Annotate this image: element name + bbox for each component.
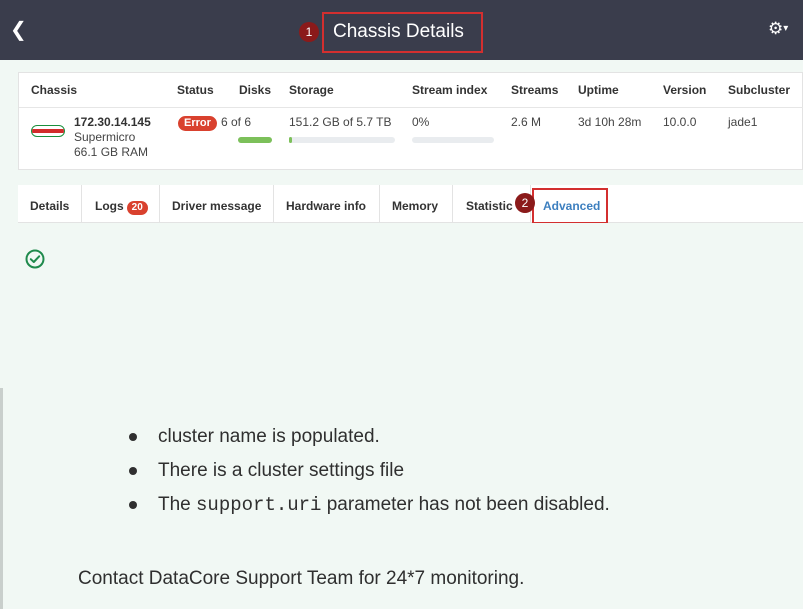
chevron-down-icon: ▾ xyxy=(783,23,789,34)
detail-tabs: Details Logs 20 Driver message Hardware i… xyxy=(18,185,803,223)
storage-value: 151.2 GB of 5.7 TB xyxy=(289,115,392,129)
left-rule-divider xyxy=(0,388,3,609)
bullet-text-1: cluster name is populated. xyxy=(158,426,380,447)
chassis-ip[interactable]: 172.30.14.145 xyxy=(74,115,151,130)
column-header-version: Version xyxy=(663,83,707,97)
requirements-list: cluster name is populated. There is a cl… xyxy=(125,420,785,522)
gear-icon[interactable]: ⚙▾ xyxy=(768,18,788,40)
version-value: 10.0.0 xyxy=(663,115,697,129)
callout-marker-2: 2 xyxy=(515,193,535,213)
storage-bar-fill xyxy=(289,137,293,143)
disks-bar-fill xyxy=(238,137,272,143)
list-item: The support.uri parameter has not been d… xyxy=(125,488,785,522)
stream-index-bar xyxy=(412,137,494,143)
logs-count-badge: 20 xyxy=(126,201,148,215)
bullet-text-3-suffix: parameter has not been disabled. xyxy=(321,494,610,515)
column-header-storage: Storage xyxy=(289,83,334,97)
top-bar: ❮ 1 Chassis Details ⚙▾ xyxy=(0,0,803,60)
column-header-uptime: Uptime xyxy=(578,83,619,97)
column-header-disks: Disks xyxy=(239,83,272,97)
advanced-tab-content xyxy=(0,223,803,388)
tab-driver-message-label: Driver message xyxy=(172,199,262,213)
tab-driver-message[interactable]: Driver message xyxy=(160,185,274,223)
chevron-left-icon[interactable]: ❮ xyxy=(10,18,32,40)
supermicro-logo xyxy=(31,125,65,137)
bullet-text-2: There is a cluster settings file xyxy=(158,460,405,481)
disks-bar xyxy=(238,137,272,143)
chassis-details-page: ❮ 1 Chassis Details ⚙▾ Chassis Status Di… xyxy=(0,0,803,609)
bullet-text-3-prefix: The xyxy=(158,494,197,515)
support-uri-code: support.uri xyxy=(196,494,322,516)
disks-value: 6 of 6 xyxy=(221,115,252,129)
header-divider xyxy=(19,107,803,108)
subcluster-value: jade1 xyxy=(728,115,758,129)
tab-logs-label: Logs xyxy=(95,199,124,213)
tab-details-label: Details xyxy=(30,199,70,213)
tab-details[interactable]: Details xyxy=(18,185,82,223)
chassis-vendor: Supermicro xyxy=(74,130,136,144)
tab-memory-label: Memory xyxy=(392,199,439,213)
list-item: cluster name is populated. xyxy=(125,420,785,454)
tab-logs[interactable]: Logs 20 xyxy=(82,185,160,223)
chassis-ram: 66.1 GB RAM xyxy=(74,145,149,159)
tab-memory[interactable]: Memory xyxy=(380,185,453,223)
storage-bar xyxy=(289,137,395,143)
chassis-table: Chassis Status Disks Storage Stream inde… xyxy=(18,72,803,170)
column-header-streams: Streams xyxy=(511,83,559,97)
check-circle-icon xyxy=(25,249,45,269)
tab-hardware-info-label: Hardware info xyxy=(286,199,367,213)
column-header-subcluster: Subcluster xyxy=(728,83,791,97)
column-header-stream-index: Stream index xyxy=(412,83,488,97)
status-badge: Error xyxy=(178,116,217,131)
streams-value: 2.6 M xyxy=(511,115,542,129)
stream-index-value: 0% xyxy=(412,115,430,129)
tab-hardware-info[interactable]: Hardware info xyxy=(274,185,380,223)
callout-marker-1: 1 xyxy=(299,22,319,42)
tab-statistics-label: Statistic xyxy=(466,199,513,213)
list-item: There is a cluster settings file xyxy=(125,454,785,488)
advanced-highlight-box xyxy=(532,188,608,224)
uptime-value: 3d 10h 28m xyxy=(578,115,642,129)
column-header-status: Status xyxy=(177,83,214,97)
contact-note: Contact DataCore Support Team for 24*7 m… xyxy=(78,568,525,589)
column-header-chassis: Chassis xyxy=(31,83,78,97)
page-title: Chassis Details xyxy=(333,21,464,42)
